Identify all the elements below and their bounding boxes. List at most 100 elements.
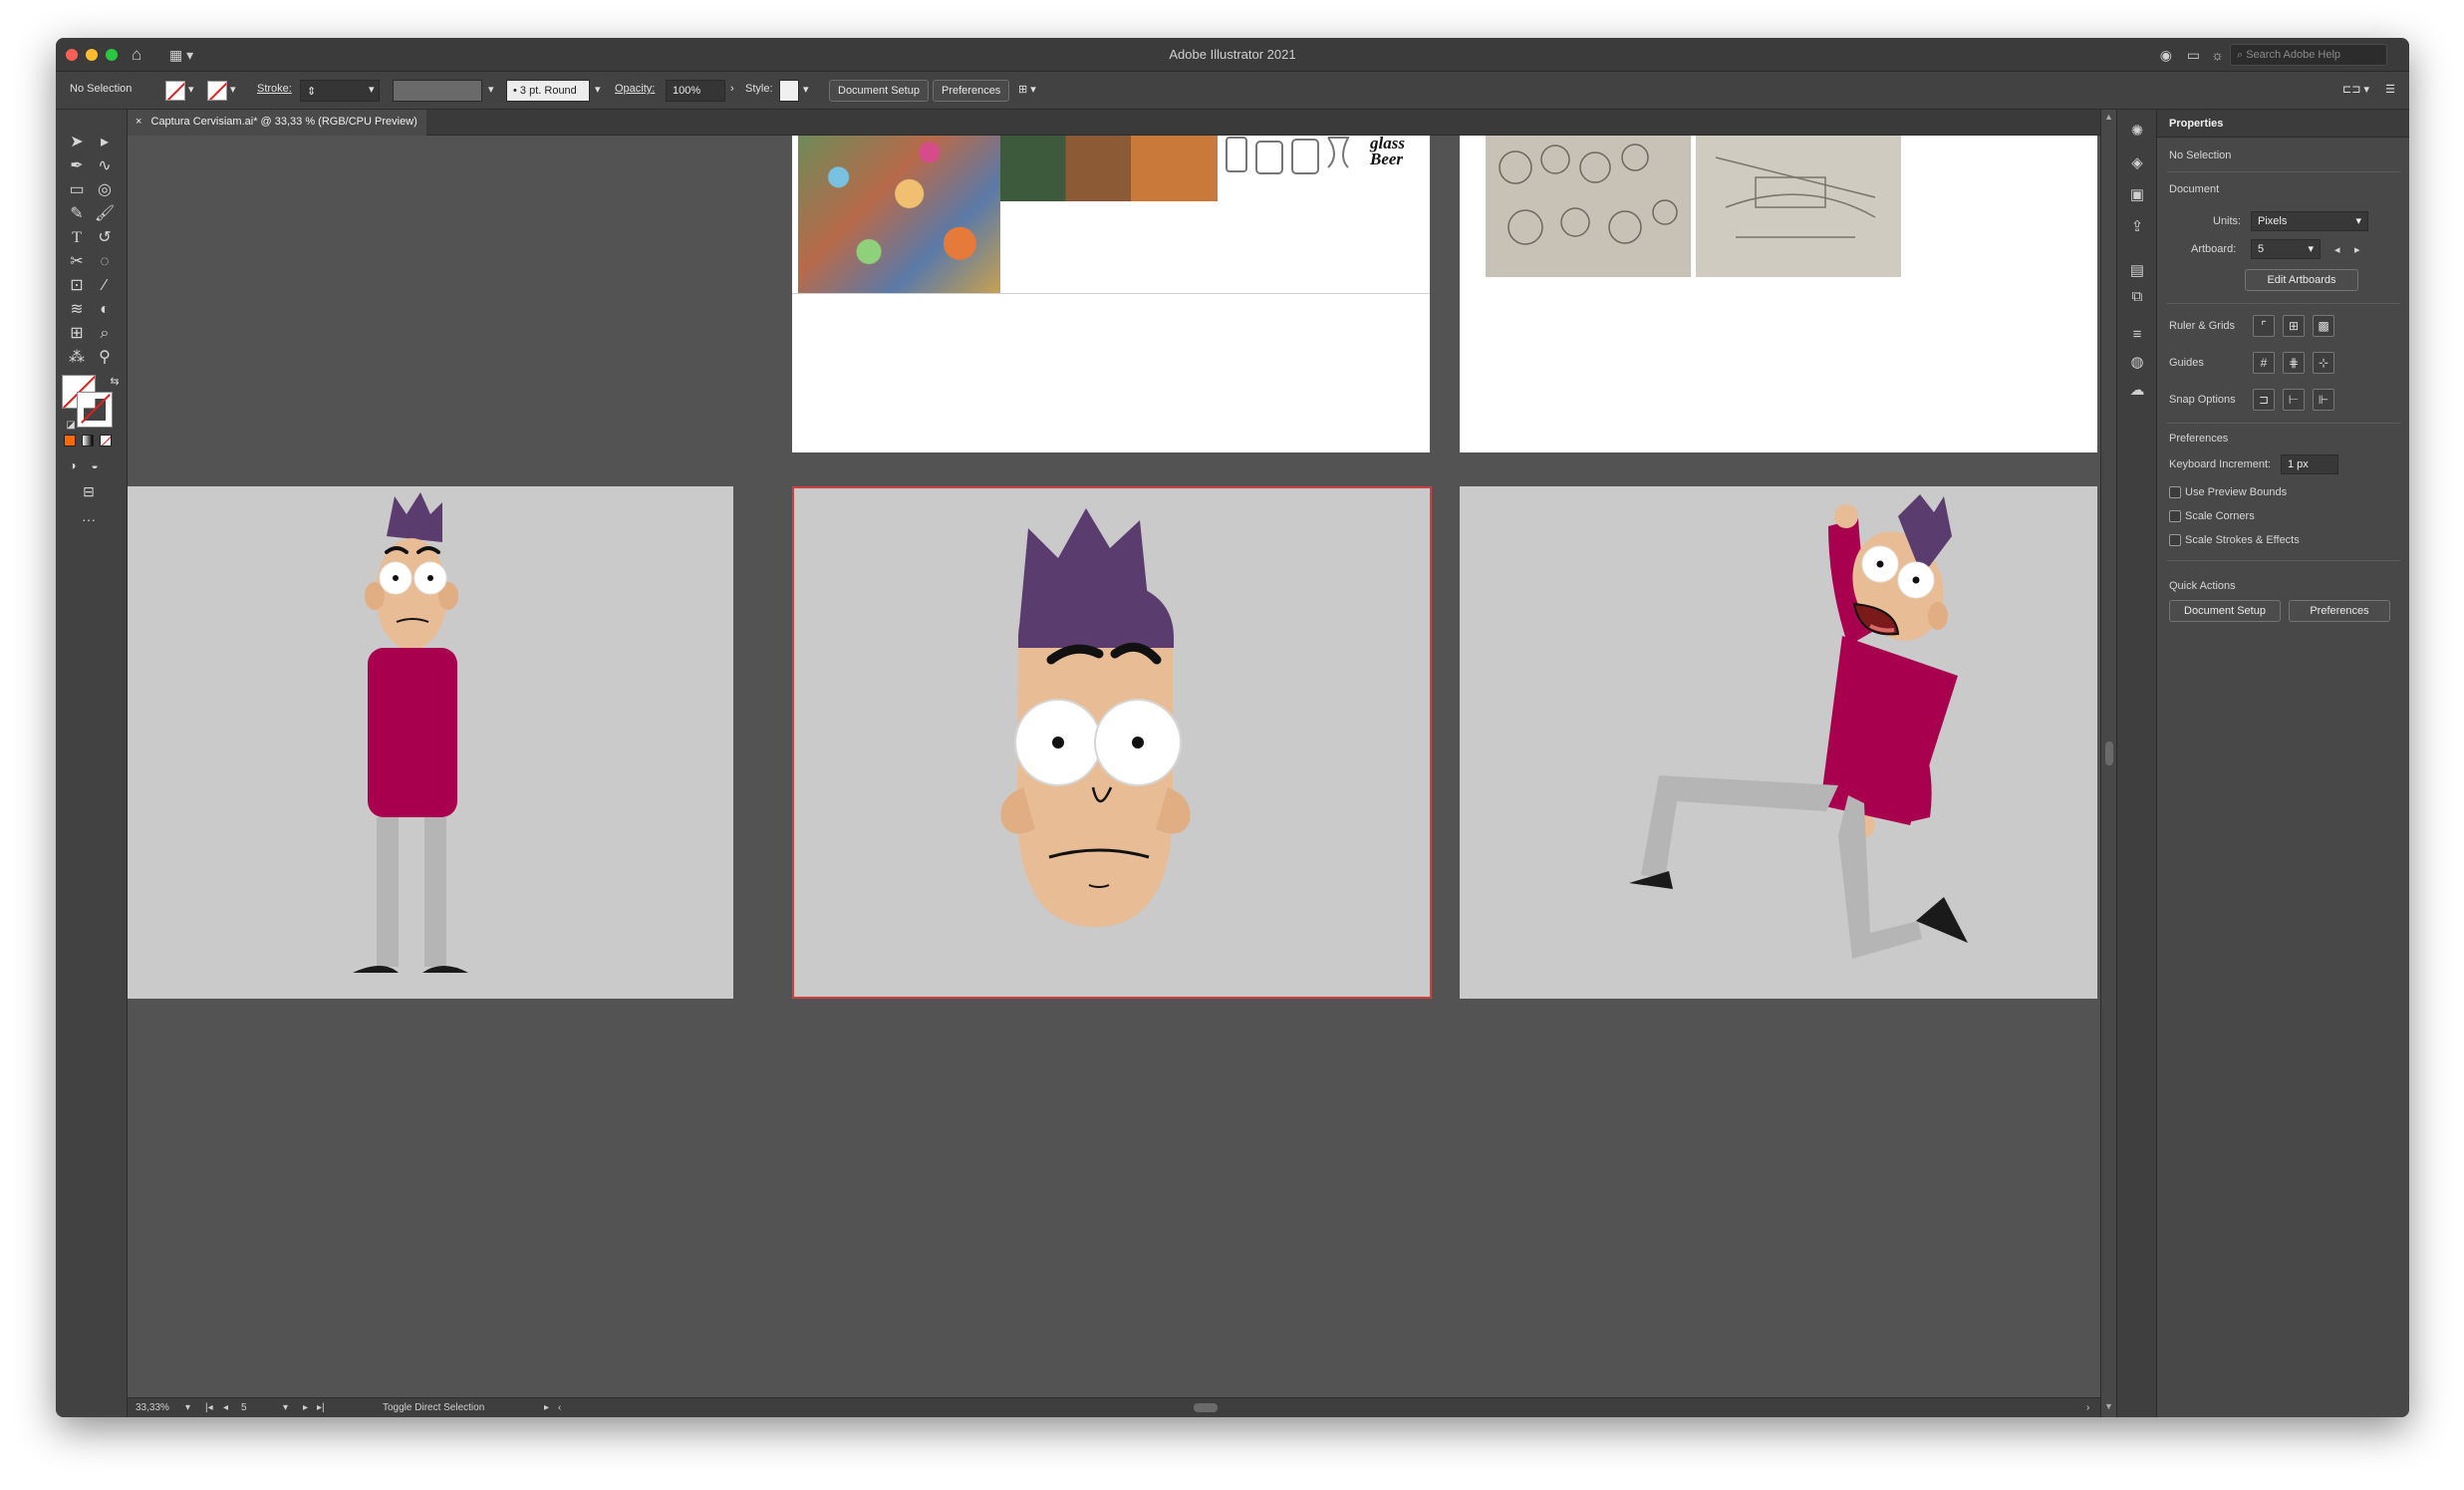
properties-tab[interactable]: Properties <box>2157 110 2409 138</box>
artboard-face-closeup[interactable] <box>792 486 1432 999</box>
vertical-scrollbar[interactable]: ▲ ▼ <box>2100 110 2116 1417</box>
brush-definition[interactable]: • 3 pt. Round <box>506 80 590 102</box>
artboard-select[interactable]: 5 ▾ <box>2251 239 2321 259</box>
opacity-label[interactable]: Opacity: <box>615 83 655 95</box>
artboard-character-front[interactable] <box>128 486 733 999</box>
zoom-dropdown-icon[interactable]: ▾ <box>185 1402 190 1413</box>
layers-panel-icon[interactable]: ◈ <box>2127 153 2147 173</box>
selection-tool-icon[interactable]: ➤ <box>64 132 90 153</box>
rectangle-tool-icon[interactable]: ▭ <box>64 179 90 201</box>
stroke-panel-icon[interactable]: ≡ <box>2127 325 2147 345</box>
appearance-panel-icon[interactable]: ◍ <box>2127 353 2147 373</box>
direct-selection-tool-icon[interactable]: ▸ <box>92 132 118 153</box>
artboard-references[interactable]: glass Beer <box>792 136 1430 452</box>
preferences-button[interactable]: Preferences <box>933 80 1010 102</box>
opacity-input[interactable]: 100% <box>666 80 725 102</box>
none-mode-icon[interactable] <box>100 435 112 447</box>
previous-artboard-arrow-icon[interactable]: ◂ <box>2334 243 2340 256</box>
search-help-input[interactable]: ⌕ Search Adobe Help <box>2230 44 2387 66</box>
swap-colors-icon[interactable]: ⇆ <box>102 371 128 393</box>
stroke-label[interactable]: Stroke: <box>257 83 292 95</box>
arrange-icon[interactable]: ⊞ ▾ <box>1018 83 1036 96</box>
properties-panel-icon[interactable]: ✺ <box>2127 122 2147 142</box>
horizontal-scroll-right-icon[interactable]: › <box>2086 1402 2089 1413</box>
artboard-dropdown-icon[interactable]: ▾ <box>283 1402 288 1413</box>
horizontal-scroll-thumb[interactable] <box>1194 1403 1218 1412</box>
keyboard-increment-input[interactable]: 1 px <box>2281 454 2338 474</box>
variable-width-profile[interactable] <box>393 80 482 102</box>
show-guides-icon[interactable]: # <box>2253 352 2275 374</box>
next-artboard-arrow-icon[interactable]: ▸ <box>2354 243 2360 256</box>
shape-builder-tool-icon[interactable]: ◐ <box>92 299 118 321</box>
gradient-mode-icon[interactable] <box>82 435 94 447</box>
scroll-up-arrow-icon[interactable]: ▲ <box>2104 112 2113 122</box>
horizontal-scroll-left-icon[interactable]: ‹ <box>558 1402 561 1413</box>
eyedropper-tool-icon[interactable]: ⁄ <box>92 275 118 297</box>
edit-artboards-button[interactable]: Edit Artboards <box>2245 269 2358 291</box>
stroke-dropdown-icon[interactable]: ▾ <box>230 83 236 96</box>
free-transform-tool-icon[interactable]: ⊡ <box>64 275 90 297</box>
screen-mode-icon[interactable]: ⊟ <box>76 480 102 502</box>
blob-brush-tool-icon[interactable]: ◎ <box>92 179 118 201</box>
stroke-weight-dropdown-icon[interactable]: ▾ <box>369 83 375 96</box>
canvas[interactable]: glass Beer <box>128 136 2100 1397</box>
brush-dropdown-icon[interactable]: ▾ <box>595 83 601 96</box>
artboard-tool-icon[interactable]: ⊞ <box>64 323 90 345</box>
scissors-tool-icon[interactable]: ✂ <box>64 251 90 273</box>
color-panel-icon[interactable]: ☁ <box>2127 381 2147 401</box>
draw-behind-icon[interactable]: ◒ <box>82 454 108 476</box>
export-panel-icon[interactable]: ⇪ <box>2127 217 2147 237</box>
profile-dropdown-icon[interactable]: ▾ <box>488 83 494 96</box>
pen-tool-icon[interactable]: ✒ <box>64 155 90 177</box>
scroll-down-arrow-icon[interactable]: ▼ <box>2104 1401 2113 1411</box>
quick-document-setup-button[interactable]: Document Setup <box>2169 600 2281 622</box>
rotate-tool-icon[interactable]: ↺ <box>92 227 118 249</box>
fill-dropdown-icon[interactable]: ▾ <box>188 83 194 96</box>
stroke-swatch[interactable] <box>207 81 227 101</box>
transparency-panel-icon[interactable]: ⧉ <box>2127 287 2147 307</box>
snap-to-point-icon[interactable]: ⊐ <box>2253 389 2275 411</box>
paintbrush-tool-icon[interactable]: 🖌 <box>92 203 118 225</box>
align-icon[interactable]: ⊏⊐ ▾ <box>2342 83 2369 96</box>
stroke-weight-input[interactable]: ⇕ <box>300 80 380 102</box>
units-select[interactable]: Pixels ▾ <box>2251 211 2368 231</box>
libraries-panel-icon[interactable]: ▣ <box>2127 185 2147 205</box>
last-artboard-icon[interactable]: ▸| <box>317 1402 325 1413</box>
smart-guides-icon[interactable]: ⊹ <box>2313 352 2334 374</box>
artboard-character-jump[interactable] <box>1460 486 2097 999</box>
zoom-level[interactable]: 33,33% <box>136 1402 169 1413</box>
curvature-tool-icon[interactable]: ∿ <box>92 155 118 177</box>
type-tool-icon[interactable]: T <box>64 227 90 249</box>
edit-toolbar-icon[interactable]: ··· <box>76 508 102 530</box>
scale-corners-checkbox[interactable] <box>2169 510 2181 522</box>
opacity-arrow-icon[interactable]: › <box>730 83 734 95</box>
artboard-number-field[interactable]: 5 <box>241 1402 247 1413</box>
first-artboard-icon[interactable]: |◂ <box>205 1402 213 1413</box>
previous-artboard-icon[interactable]: ◂ <box>223 1402 228 1413</box>
warp-tool-icon[interactable]: ≋ <box>64 299 90 321</box>
artboard-sketches[interactable] <box>1460 136 2097 452</box>
document-setup-button[interactable]: Document Setup <box>829 80 929 102</box>
snap-to-glyph-icon[interactable]: ⊩ <box>2313 389 2334 411</box>
transparency-grid-icon[interactable]: ▩ <box>2313 315 2334 337</box>
next-artboard-icon[interactable]: ▸ <box>303 1402 308 1413</box>
vertical-scroll-thumb[interactable] <box>2105 742 2113 765</box>
symbol-sprayer-tool-icon[interactable]: ⁂ <box>64 347 90 369</box>
puppet-warp-tool-icon[interactable]: ⚲ <box>92 347 118 369</box>
account-icon[interactable]: ◉ <box>2160 47 2172 64</box>
control-menu-icon[interactable]: ☰ <box>2385 83 2395 96</box>
snap-to-pixel-icon[interactable]: ⊢ <box>2283 389 2305 411</box>
scale-strokes-effects-checkbox[interactable] <box>2169 534 2181 546</box>
quick-preferences-button[interactable]: Preferences <box>2289 600 2390 622</box>
arrange-documents-icon[interactable]: ▭ <box>2187 47 2200 64</box>
graphic-style-swatch[interactable] <box>779 80 799 102</box>
use-preview-bounds-checkbox[interactable] <box>2169 486 2181 498</box>
fill-swatch[interactable] <box>165 81 185 101</box>
pencil-tool-icon[interactable]: ✎ <box>64 203 90 225</box>
discover-lightbulb-icon[interactable]: ☼ <box>2211 47 2224 63</box>
grid-icon[interactable]: ⊞ <box>2283 315 2305 337</box>
lasso-tool-icon[interactable]: ◌ <box>92 251 118 273</box>
status-menu-icon[interactable]: ▸ <box>544 1402 549 1413</box>
close-tab-icon[interactable]: × <box>136 116 141 128</box>
style-dropdown-icon[interactable]: ▾ <box>803 83 809 96</box>
